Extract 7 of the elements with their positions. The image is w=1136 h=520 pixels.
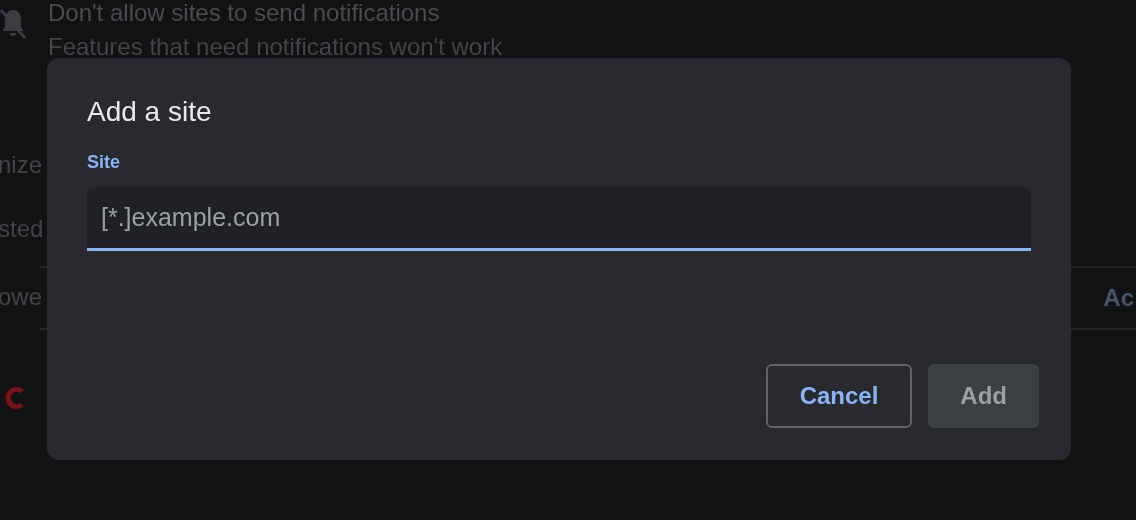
bell-off-icon: [0, 6, 26, 40]
dialog-title: Add a site: [87, 95, 213, 129]
field-label: Site: [87, 152, 121, 173]
cancel-button[interactable]: Cancel: [765, 364, 913, 428]
add-link[interactable]: Ac: [1103, 284, 1134, 312]
setting-title: Don't allow sites to send notifications: [48, 0, 441, 28]
site-input-field[interactable]: [*.]example.com: [87, 187, 1031, 251]
